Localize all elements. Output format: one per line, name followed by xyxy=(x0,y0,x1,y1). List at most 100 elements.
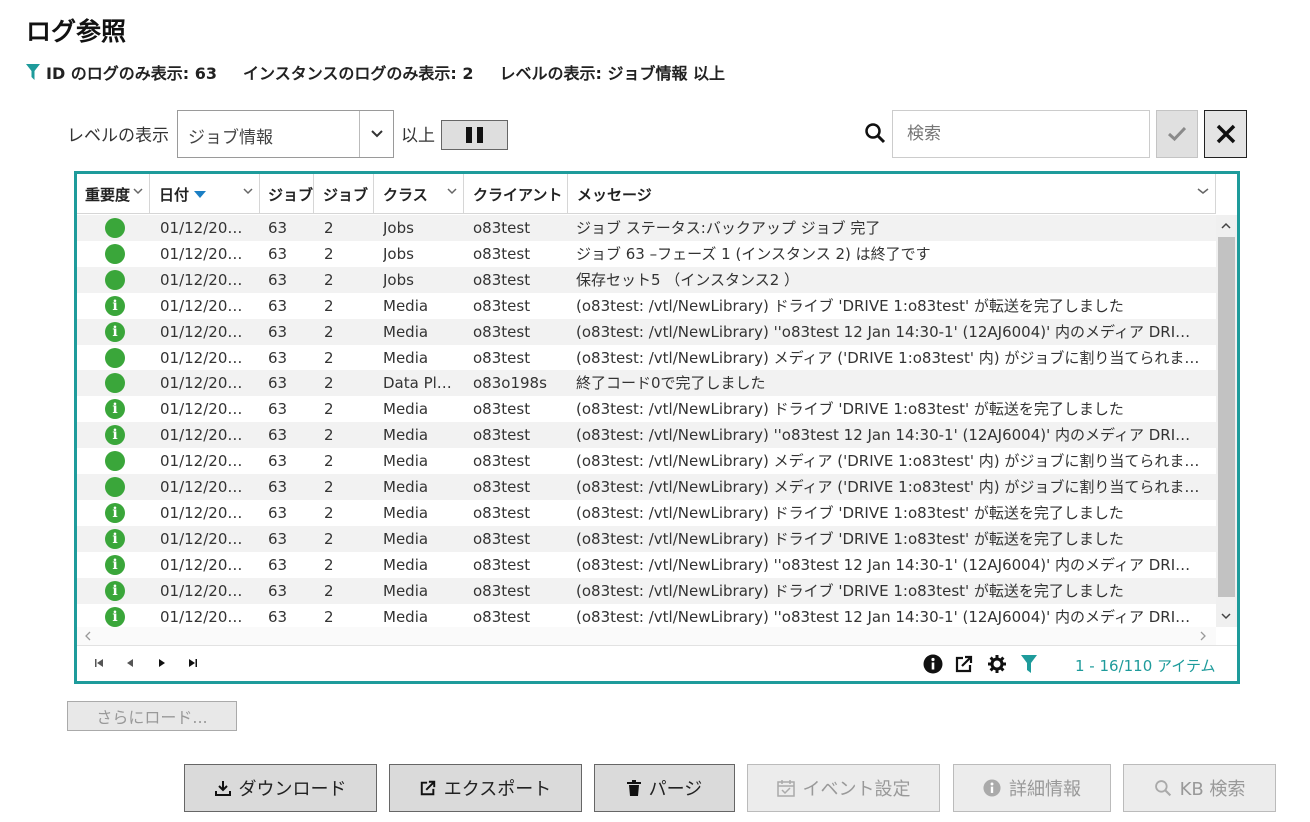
download-icon xyxy=(214,781,231,796)
cell-message: (o83test: /vtl/NewLibrary) ''o83test 12 … xyxy=(576,323,1191,341)
scroll-down-icon[interactable] xyxy=(1220,610,1232,622)
chevron-down-icon xyxy=(133,188,143,195)
open-external-icon[interactable] xyxy=(953,653,975,675)
cell-instance: 2 xyxy=(324,582,334,600)
table-row[interactable]: 01/12/20… 63 2 Jobs o83test 保存セット5 （インスタンス2 ） xyxy=(77,267,1216,293)
cell-date: 01/12/20… xyxy=(160,452,243,470)
filter-icon[interactable] xyxy=(1018,653,1040,675)
cell-client: o83test xyxy=(473,504,531,522)
column-header-client[interactable]: クライアント xyxy=(464,174,568,214)
table-row[interactable]: i 01/12/20… 63 2 Media o83test (o83test: /vtl/… xyxy=(77,500,1216,526)
cell-message: (o83test: /vtl/NewLibrary) メディア ('DRIVE … xyxy=(576,349,1200,367)
column-header-job-id[interactable]: ジョブ xyxy=(260,174,314,214)
search-input[interactable] xyxy=(892,110,1150,158)
cell-date: 01/12/20… xyxy=(160,608,243,626)
severity-ok-icon xyxy=(105,348,125,368)
search-icon xyxy=(1154,780,1171,797)
vertical-scrollbar[interactable] xyxy=(1216,215,1237,627)
scroll-left-icon[interactable] xyxy=(83,630,93,642)
cell-message: (o83test: /vtl/NewLibrary) ''o83test 12 … xyxy=(576,426,1191,444)
calendar-check-icon xyxy=(776,780,795,797)
table-row[interactable]: i 01/12/20… 63 2 Media o83test (o83test: /vtl/… xyxy=(77,552,1216,578)
cell-class: Media xyxy=(383,452,429,470)
table-row[interactable]: 01/12/20… 63 2 Jobs o83test ジョブ ステータス:バックアップ … xyxy=(77,215,1216,241)
cell-class: Data Pl… xyxy=(383,374,452,392)
cell-date: 01/12/20… xyxy=(160,349,243,367)
column-header-class[interactable]: クラス xyxy=(374,174,464,214)
scrollbar-thumb[interactable] xyxy=(1218,237,1235,597)
cell-class: Jobs xyxy=(383,245,414,263)
table-row[interactable]: 01/12/20… 63 2 Jobs o83test ジョブ 63 –フェーズ 1 (イ… xyxy=(77,241,1216,267)
severity-info-icon: i xyxy=(105,503,125,523)
cell-job-id: 63 xyxy=(268,400,288,418)
table-row[interactable]: i 01/12/20… 63 2 Media o83test (o83test: /vtl/… xyxy=(77,526,1216,552)
cell-client: o83test xyxy=(473,426,531,444)
cell-job-id: 63 xyxy=(268,349,288,367)
load-more-button[interactable]: さらにロード... xyxy=(67,701,237,731)
table-row[interactable]: i 01/12/20… 63 2 Media o83test (o83test: /vtl/… xyxy=(77,604,1216,627)
table-row[interactable]: i 01/12/20… 63 2 Media o83test (o83test: /vtl/… xyxy=(77,578,1216,604)
export-button[interactable]: エクスポート xyxy=(389,764,582,812)
table-row[interactable]: 01/12/20… 63 2 Media o83test (o83test: /vtl/N… xyxy=(77,448,1216,474)
clear-search-button[interactable] xyxy=(1204,110,1247,158)
pause-button[interactable] xyxy=(441,120,508,150)
table-row[interactable]: i 01/12/20… 63 2 Media o83test (o83test: /vtl/… xyxy=(77,396,1216,422)
table-row[interactable]: i 01/12/20… 63 2 Media o83test (o83test: /vtl/… xyxy=(77,422,1216,448)
chevron-down-icon[interactable] xyxy=(359,111,393,157)
table-row[interactable]: i 01/12/20… 63 2 Media o83test (o83test: /vtl/… xyxy=(77,319,1216,345)
cell-date: 01/12/20… xyxy=(160,426,243,444)
info-icon xyxy=(983,779,1001,797)
cell-message: (o83test: /vtl/NewLibrary) ドライブ 'DRIVE 1… xyxy=(576,582,1124,600)
severity-info-icon: i xyxy=(105,322,125,342)
active-filter-summary: ID のログのみ表示: 63 インスタンスのログのみ表示: 2 レベルの表示: … xyxy=(26,60,725,84)
previous-page-icon[interactable] xyxy=(123,656,137,670)
level-select-value: ジョブ情報 xyxy=(188,128,273,148)
cell-job-id: 63 xyxy=(268,452,288,470)
table-row[interactable]: 01/12/20… 63 2 Media o83test (o83test: /vtl/N… xyxy=(77,474,1216,500)
level-select[interactable]: ジョブ情報 xyxy=(177,110,394,158)
cell-client: o83test xyxy=(473,530,531,548)
kb-search-button[interactable]: KB 検索 xyxy=(1123,764,1276,812)
cell-job-id: 63 xyxy=(268,323,288,341)
severity-info-icon: i xyxy=(105,607,125,627)
search-icon xyxy=(865,123,886,144)
cell-job-id: 63 xyxy=(268,245,288,263)
horizontal-scrollbar[interactable] xyxy=(77,627,1216,645)
cell-job-id: 63 xyxy=(268,426,288,444)
first-page-icon[interactable] xyxy=(92,656,106,670)
export-icon xyxy=(420,780,435,796)
download-button[interactable]: ダウンロード xyxy=(184,764,377,812)
cell-message: (o83test: /vtl/NewLibrary) ドライブ 'DRIVE 1… xyxy=(576,530,1124,548)
event-settings-button[interactable]: イベント設定 xyxy=(747,764,940,812)
settings-gear-icon[interactable] xyxy=(986,653,1008,675)
column-header-severity[interactable]: 重要度 xyxy=(77,174,150,214)
cell-message: (o83test: /vtl/NewLibrary) ドライブ 'DRIVE 1… xyxy=(576,400,1124,418)
purge-button[interactable]: パージ xyxy=(594,764,735,812)
column-header-job-instance[interactable]: ジョブ xyxy=(314,174,374,214)
scroll-right-icon[interactable] xyxy=(1198,630,1208,642)
pause-icon-bar xyxy=(466,127,472,143)
id-filter-text: ID のログのみ表示: 63 xyxy=(46,64,218,83)
log-grid: 重要度 日付 ジョブ ジョブ クラス クライアント メッセージ 01/12/20… xyxy=(74,171,1240,684)
chevron-down-icon xyxy=(1197,188,1209,194)
table-row[interactable]: i 01/12/20… 63 2 Media o83test (o83test: /vtl/… xyxy=(77,293,1216,319)
table-row[interactable]: 01/12/20… 63 2 Media o83test (o83test: /vtl/N… xyxy=(77,345,1216,371)
cell-message: ジョブ 63 –フェーズ 1 (インスタンス 2) は終了です xyxy=(576,245,931,263)
cell-client: o83test xyxy=(473,323,531,341)
cell-message: 保存セット5 （インスタンス2 ） xyxy=(576,271,800,289)
details-button[interactable]: 詳細情報 xyxy=(953,764,1111,812)
cell-date: 01/12/20… xyxy=(160,478,243,496)
info-icon[interactable] xyxy=(922,653,944,675)
cell-date: 01/12/20… xyxy=(160,271,243,289)
apply-search-button[interactable] xyxy=(1156,110,1198,158)
last-page-icon[interactable] xyxy=(186,656,200,670)
cell-class: Media xyxy=(383,530,429,548)
cell-job-id: 63 xyxy=(268,271,288,289)
column-header-date[interactable]: 日付 xyxy=(150,174,260,214)
cell-client: o83test xyxy=(473,452,531,470)
column-header-message[interactable]: メッセージ xyxy=(568,174,1216,214)
table-row[interactable]: 01/12/20… 63 2 Data Pl… o83o198s 終了コード0で完了しまし… xyxy=(77,370,1216,396)
next-page-icon[interactable] xyxy=(155,656,169,670)
cell-class: Media xyxy=(383,323,429,341)
scroll-up-icon[interactable] xyxy=(1220,220,1232,232)
